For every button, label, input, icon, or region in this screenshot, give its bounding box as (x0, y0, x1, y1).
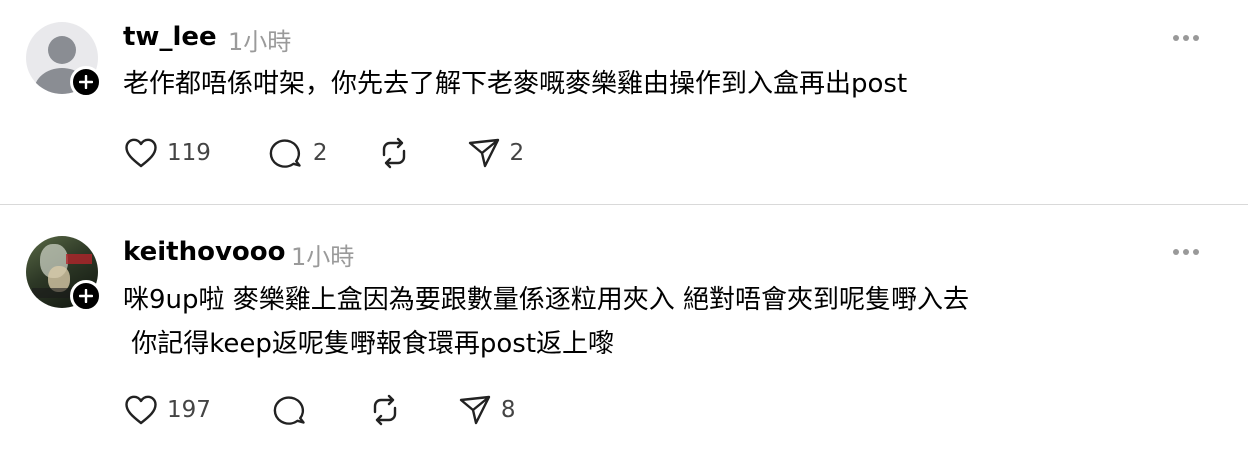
repost-button[interactable] (376, 135, 420, 171)
avatar[interactable] (26, 22, 102, 98)
plus-icon (79, 75, 93, 89)
like-count: 197 (167, 397, 211, 423)
like-count: 119 (167, 140, 211, 166)
send-icon (459, 395, 491, 425)
comment-bubble-icon (273, 396, 305, 425)
username[interactable]: keithovooo (123, 237, 285, 267)
action-bar: 197 8 (123, 392, 516, 428)
action-bar: 119 2 2 (123, 135, 524, 171)
share-button[interactable]: 8 (457, 392, 516, 428)
post-text: 老作都唔係咁架，你先去了解下老麥嘅麥樂雞由操作到入盒再出post (123, 69, 908, 99)
more-options-button[interactable] (1173, 33, 1203, 43)
heart-icon (125, 395, 157, 425)
timestamp: 1小時 (291, 243, 355, 271)
share-count: 2 (509, 140, 525, 166)
more-options-button[interactable] (1173, 247, 1203, 257)
plus-icon (79, 289, 93, 303)
heart-icon (125, 138, 157, 168)
more-dots-icon (1173, 35, 1179, 41)
like-button[interactable]: 197 (123, 392, 211, 428)
follow-button[interactable] (70, 66, 102, 98)
follow-button[interactable] (70, 280, 102, 312)
post-divider (0, 204, 1248, 205)
repost-arrows-icon (382, 137, 405, 169)
reply-button[interactable]: 2 (269, 135, 328, 171)
thread-post: keithovooo 1小時 咪9up啦 麥樂雞上盒因為要跟數量￼係逐粒用夾入 … (0, 206, 1248, 450)
like-button[interactable]: 119 (123, 135, 211, 171)
more-dots-icon (1173, 249, 1179, 255)
comment-bubble-icon (269, 139, 301, 168)
timestamp: 1小時 (228, 28, 292, 56)
reply-button[interactable] (273, 392, 317, 428)
send-icon (468, 138, 499, 168)
share-button[interactable]: 2 (466, 135, 525, 171)
share-count: 8 (500, 397, 516, 423)
reply-count: 2 (312, 140, 328, 166)
avatar[interactable] (26, 236, 102, 312)
repost-arrows-icon (373, 394, 397, 426)
thread-post: tw_lee 1小時 老作都唔係咁架，你先去了解下老麥嘅麥樂雞由操作到入盒再出p… (0, 0, 1248, 204)
repost-button[interactable] (367, 392, 411, 428)
post-text: 咪9up啦 麥樂雞上盒因為要跟數量￼係逐粒用夾入 ￼￼絕對唔會夾到呢隻嘢入去 ￼… (123, 285, 970, 359)
username[interactable]: tw_lee (123, 22, 217, 52)
